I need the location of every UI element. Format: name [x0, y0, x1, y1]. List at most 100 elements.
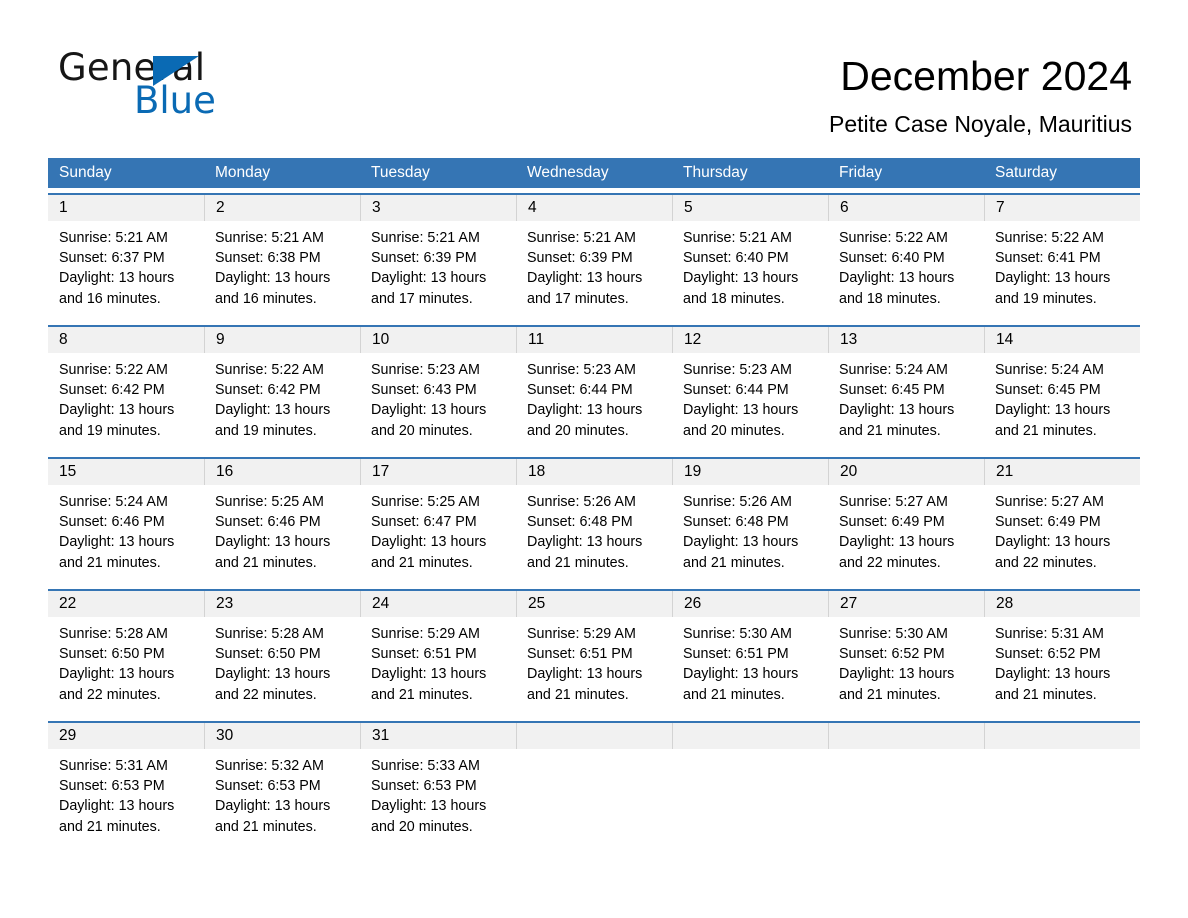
day-cell[interactable]: 13 Sunrise: 5:24 AM Sunset: 6:45 PM Dayligh… — [828, 327, 984, 452]
day-cell[interactable]: 1 Sunrise: 5:21 AM Sunset: 6:37 PM Daylight… — [48, 195, 204, 320]
daylight-text-line1: Daylight: 13 hours — [995, 402, 1111, 419]
sunset-text: Sunset: 6:53 PM — [59, 778, 165, 795]
daylight-text-line2: and 19 minutes. — [215, 422, 317, 439]
day-number-band: 26 — [672, 591, 828, 617]
day-cell[interactable]: 26 Sunrise: 5:30 AM Sunset: 6:51 PM Dayligh… — [672, 591, 828, 716]
day-number-band: 28 — [984, 591, 1140, 617]
day-cell[interactable]: 2 Sunrise: 5:21 AM Sunset: 6:38 PM Daylight… — [204, 195, 360, 320]
sunset-text: Sunset: 6:38 PM — [215, 250, 321, 267]
day-cell[interactable]: 9 Sunrise: 5:22 AM Sunset: 6:42 PM Daylight… — [204, 327, 360, 452]
day-cell[interactable]: 24 Sunrise: 5:29 AM Sunset: 6:51 PM Dayligh… — [360, 591, 516, 716]
weekday-header-saturday: Saturday — [995, 164, 1058, 181]
daylight-text-line2: and 21 minutes. — [371, 554, 473, 571]
sunset-text: Sunset: 6:45 PM — [995, 382, 1101, 399]
day-number: 19 — [684, 463, 702, 480]
daylight-text-line1: Daylight: 13 hours — [683, 402, 799, 419]
day-cell[interactable]: 30 Sunrise: 5:32 AM Sunset: 6:53 PM Dayligh… — [204, 723, 360, 848]
calendar-grid: Sunday Monday Tuesday Wednesday Thursday Frid… — [48, 158, 1140, 848]
daylight-text-line1: Daylight: 13 hours — [527, 666, 643, 683]
day-cell[interactable]: 18 Sunrise: 5:26 AM Sunset: 6:48 PM Dayligh… — [516, 459, 672, 584]
day-cell[interactable]: 21 Sunrise: 5:27 AM Sunset: 6:49 PM Dayligh… — [984, 459, 1140, 584]
day-number: 17 — [372, 463, 390, 480]
day-number: 21 — [996, 463, 1014, 480]
day-cell[interactable]: 8 Sunrise: 5:22 AM Sunset: 6:42 PM Daylight… — [48, 327, 204, 452]
daylight-text-line2: and 18 minutes. — [839, 290, 941, 307]
sunrise-text: Sunrise: 5:23 AM — [683, 362, 792, 378]
day-cell[interactable]: 4 Sunrise: 5:21 AM Sunset: 6:39 PM Daylight… — [516, 195, 672, 320]
sunrise-text: Sunrise: 5:22 AM — [215, 362, 324, 378]
day-cell[interactable]: 10 Sunrise: 5:23 AM Sunset: 6:43 PM Dayligh… — [360, 327, 516, 452]
weekday-header-tuesday: Tuesday — [371, 164, 430, 181]
day-number-band: 2 — [204, 195, 360, 221]
sunset-text: Sunset: 6:53 PM — [371, 778, 477, 795]
day-number-band: 22 — [48, 591, 204, 617]
daylight-text-line2: and 20 minutes. — [527, 422, 629, 439]
day-cell[interactable]: 19 Sunrise: 5:26 AM Sunset: 6:48 PM Dayligh… — [672, 459, 828, 584]
sunset-text: Sunset: 6:53 PM — [215, 778, 321, 795]
day-number-band: 13 — [828, 327, 984, 353]
day-number: 1 — [59, 199, 68, 216]
day-number: 4 — [528, 199, 537, 216]
day-cell[interactable]: 25 Sunrise: 5:29 AM Sunset: 6:51 PM Dayligh… — [516, 591, 672, 716]
sunrise-text: Sunrise: 5:25 AM — [215, 494, 324, 510]
day-cell[interactable]: 15 Sunrise: 5:24 AM Sunset: 6:46 PM Dayligh… — [48, 459, 204, 584]
day-details: Sunrise: 5:23 AM Sunset: 6:43 PM Daylight:… — [360, 353, 516, 441]
calendar-week-row: 22 Sunrise: 5:28 AM Sunset: 6:50 PM Dayligh… — [48, 589, 1140, 716]
weekday-header-wednesday: Wednesday — [527, 164, 609, 181]
sunset-text: Sunset: 6:44 PM — [527, 382, 633, 399]
day-cell[interactable]: 7 Sunrise: 5:22 AM Sunset: 6:41 PM Daylight… — [984, 195, 1140, 320]
day-details: Sunrise: 5:22 AM Sunset: 6:41 PM Daylight:… — [984, 221, 1140, 309]
daylight-text-line2: and 17 minutes. — [527, 290, 629, 307]
sunrise-text: Sunrise: 5:21 AM — [527, 230, 636, 246]
day-cell[interactable]: 6 Sunrise: 5:22 AM Sunset: 6:40 PM Daylight… — [828, 195, 984, 320]
daylight-text-line1: Daylight: 13 hours — [995, 534, 1111, 551]
daylight-text-line2: and 21 minutes. — [371, 686, 473, 703]
sunset-text: Sunset: 6:41 PM — [995, 250, 1101, 267]
daylight-text-line1: Daylight: 13 hours — [371, 534, 487, 551]
day-number-band: 3 — [360, 195, 516, 221]
day-number-band: 31 — [360, 723, 516, 749]
sunrise-text: Sunrise: 5:21 AM — [371, 230, 480, 246]
day-cell[interactable]: 16 Sunrise: 5:25 AM Sunset: 6:46 PM Dayligh… — [204, 459, 360, 584]
day-cell[interactable]: 22 Sunrise: 5:28 AM Sunset: 6:50 PM Dayligh… — [48, 591, 204, 716]
weekday-header-thursday: Thursday — [683, 164, 748, 181]
weekday-header-monday: Monday — [215, 164, 271, 181]
sunset-text: Sunset: 6:47 PM — [371, 514, 477, 531]
daylight-text-line2: and 18 minutes. — [683, 290, 785, 307]
day-cell[interactable]: 27 Sunrise: 5:30 AM Sunset: 6:52 PM Dayligh… — [828, 591, 984, 716]
day-details: Sunrise: 5:26 AM Sunset: 6:48 PM Daylight:… — [516, 485, 672, 573]
day-number: 27 — [840, 595, 858, 612]
day-number-band: 5 — [672, 195, 828, 221]
day-number: 6 — [840, 199, 849, 216]
sunset-text: Sunset: 6:50 PM — [59, 646, 165, 663]
day-cell[interactable]: 23 Sunrise: 5:28 AM Sunset: 6:50 PM Dayligh… — [204, 591, 360, 716]
day-details: Sunrise: 5:31 AM Sunset: 6:52 PM Daylight:… — [984, 617, 1140, 705]
day-cell[interactable]: 11 Sunrise: 5:23 AM Sunset: 6:44 PM Dayligh… — [516, 327, 672, 452]
daylight-text-line1: Daylight: 13 hours — [839, 402, 955, 419]
day-cell[interactable]: 31 Sunrise: 5:33 AM Sunset: 6:53 PM Dayligh… — [360, 723, 516, 848]
day-cell[interactable]: 17 Sunrise: 5:25 AM Sunset: 6:47 PM Dayligh… — [360, 459, 516, 584]
day-cell[interactable]: 12 Sunrise: 5:23 AM Sunset: 6:44 PM Dayligh… — [672, 327, 828, 452]
daylight-text-line2: and 20 minutes. — [371, 422, 473, 439]
page-title: December 2024 — [840, 53, 1132, 99]
sunrise-text: Sunrise: 5:28 AM — [59, 626, 168, 642]
day-cell[interactable]: 20 Sunrise: 5:27 AM Sunset: 6:49 PM Dayligh… — [828, 459, 984, 584]
sunset-text: Sunset: 6:40 PM — [839, 250, 945, 267]
sunset-text: Sunset: 6:48 PM — [683, 514, 789, 531]
day-number: 16 — [216, 463, 234, 480]
day-cell[interactable]: 28 Sunrise: 5:31 AM Sunset: 6:52 PM Dayligh… — [984, 591, 1140, 716]
day-cell[interactable]: 3 Sunrise: 5:21 AM Sunset: 6:39 PM Daylight… — [360, 195, 516, 320]
sunset-text: Sunset: 6:39 PM — [371, 250, 477, 267]
daylight-text-line1: Daylight: 13 hours — [215, 666, 331, 683]
day-number-band: 4 — [516, 195, 672, 221]
day-cell[interactable]: 29 Sunrise: 5:31 AM Sunset: 6:53 PM Dayligh… — [48, 723, 204, 848]
day-cell[interactable]: 14 Sunrise: 5:24 AM Sunset: 6:45 PM Dayligh… — [984, 327, 1140, 452]
day-cell[interactable]: 5 Sunrise: 5:21 AM Sunset: 6:40 PM Daylight… — [672, 195, 828, 320]
day-details: Sunrise: 5:21 AM Sunset: 6:37 PM Daylight:… — [48, 221, 204, 309]
day-details: Sunrise: 5:21 AM Sunset: 6:39 PM Daylight:… — [360, 221, 516, 309]
daylight-text-line1: Daylight: 13 hours — [527, 534, 643, 551]
daylight-text-line2: and 22 minutes. — [215, 686, 317, 703]
sunset-text: Sunset: 6:50 PM — [215, 646, 321, 663]
weekday-header-sunday: Sunday — [59, 164, 112, 181]
day-number-band — [672, 723, 828, 749]
